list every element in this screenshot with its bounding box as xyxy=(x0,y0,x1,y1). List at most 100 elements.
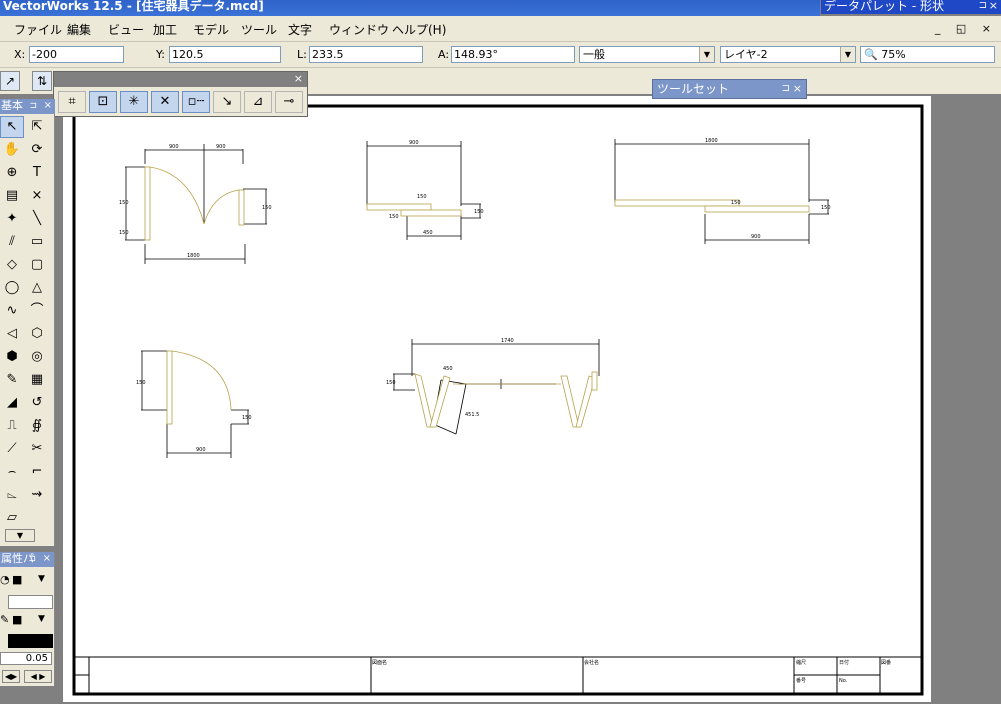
polygon-icon[interactable]: ◁ xyxy=(0,323,24,345)
layer-dropdown[interactable]: レイヤ-2 ▼ xyxy=(720,46,856,63)
a-field[interactable]: 148.93° xyxy=(451,46,575,63)
zoom-field[interactable]: 🔍 75% xyxy=(860,46,995,63)
rotate-icon[interactable]: ↺ xyxy=(25,392,49,414)
constraint-palette-title-bar[interactable]: × xyxy=(54,72,307,87)
menu-model[interactable]: モデル xyxy=(193,21,229,38)
eraser-icon[interactable]: ▱ xyxy=(0,507,24,529)
polyline-icon[interactable]: ⌒ xyxy=(25,300,49,322)
pan-icon[interactable]: ✋ xyxy=(0,139,24,161)
fill-row[interactable]: ◔ ■ ▼ xyxy=(0,572,55,590)
rounded-rectangle-icon[interactable]: ▢ xyxy=(25,254,49,276)
tool-palette-close-icon[interactable]: × xyxy=(44,99,52,113)
dimension-label: 150 xyxy=(119,200,129,206)
chamfer-icon[interactable]: ⟋ xyxy=(0,438,24,460)
rotated-rectangle-icon[interactable]: ◇ xyxy=(0,254,24,276)
mdi-window-controls[interactable]: _ ◱ × xyxy=(935,22,997,35)
snap-smart-icon[interactable]: ⊸ xyxy=(275,91,303,113)
3d-locus-icon[interactable]: ✦ xyxy=(0,208,24,230)
l-label: L: xyxy=(297,48,307,61)
eyedropper-icon[interactable]: ✎ xyxy=(0,369,24,391)
attributes-pin-icon[interactable]: ⊐ xyxy=(28,552,36,566)
data-palette-pin-icon[interactable]: ⊐ xyxy=(979,0,987,12)
fillet-icon[interactable]: ◢ xyxy=(0,392,24,414)
offset-icon[interactable]: ∯ xyxy=(25,415,49,437)
dimension-label: 150 xyxy=(474,209,484,215)
attributes-palette-title-bar[interactable]: 属性パ ⊐ × xyxy=(0,552,54,567)
data-palette-title-bar[interactable]: データパレット - 形状 ⊐ × xyxy=(821,0,1001,14)
toolset-close-icon[interactable]: × xyxy=(793,80,802,98)
menu-help[interactable]: ヘルプ(H) xyxy=(392,21,446,38)
zoom-magnifier-icon: 🔍 xyxy=(864,48,878,61)
constraint-palette: × ⌗ ⊡ ✳ ✕ ▫┄ ↘ ⊿ ⊸ xyxy=(53,71,308,117)
pen-chevron-down-icon[interactable]: ▼ xyxy=(38,614,45,624)
toolset-palette[interactable]: ツールセット ⊐ × xyxy=(652,79,807,99)
snap-tangent-icon[interactable]: ↘ xyxy=(213,91,241,113)
arrow-mode-icon[interactable]: ↗ xyxy=(0,71,20,91)
tool-palette-pin-icon[interactable]: ⊐ xyxy=(29,99,37,113)
menu-text[interactable]: 文字 xyxy=(288,21,312,38)
tool-palette-more-chevron-down-icon[interactable]: ▼ xyxy=(5,529,35,542)
trim-icon[interactable]: ✂ xyxy=(25,438,49,460)
snap-edge-icon[interactable]: ⊿ xyxy=(244,91,272,113)
dimension-label: 150 xyxy=(119,230,129,236)
line-weight-field[interactable]: 0.05 xyxy=(0,652,52,665)
menu-view[interactable]: ビュー xyxy=(108,21,144,38)
rectangle-icon[interactable]: ▭ xyxy=(25,231,49,253)
title-block-cell: 番号 xyxy=(796,677,806,684)
arrowhead-next-icon[interactable]: ◀ ▶ xyxy=(24,670,52,683)
regular-polygon-icon[interactable]: ⬢ xyxy=(0,346,24,368)
callout-icon[interactable]: ▤ xyxy=(0,185,24,207)
reshape-icon[interactable]: ⇱ xyxy=(25,116,49,138)
snap-toggle-icon[interactable]: ⇅ xyxy=(32,71,52,91)
fill-swatch[interactable] xyxy=(8,595,53,609)
constraint-palette-close-icon[interactable]: × xyxy=(294,72,303,86)
attribute-mapping-icon[interactable]: ▦ xyxy=(25,369,49,391)
tool-palette-title-bar[interactable]: 基本 ⊐ × xyxy=(0,99,55,114)
connect-icon[interactable]: ⌳ xyxy=(0,484,24,506)
snap-grid-icon[interactable]: ⌗ xyxy=(58,91,86,113)
locus-icon[interactable]: × xyxy=(25,185,49,207)
layer-dropdown-chevron-down-icon[interactable]: ▼ xyxy=(840,47,855,62)
mirror-icon[interactable]: ⎍ xyxy=(0,415,24,437)
menu-tool[interactable]: ツール xyxy=(241,21,277,38)
arc-icon[interactable]: ⌢ xyxy=(0,461,24,483)
oval-icon[interactable]: ◯ xyxy=(0,277,24,299)
triangle-icon[interactable]: △ xyxy=(25,277,49,299)
x-field[interactable]: -200 xyxy=(29,46,124,63)
y-field[interactable]: 120.5 xyxy=(169,46,281,63)
double-line-icon[interactable]: ⫽ xyxy=(0,231,24,253)
text-icon[interactable]: T xyxy=(25,162,49,184)
spiral-icon[interactable]: ◎ xyxy=(25,346,49,368)
menu-modify[interactable]: 加工 xyxy=(153,21,177,38)
snap-angle-icon[interactable]: ✳ xyxy=(120,91,148,113)
line-icon[interactable]: ╲ xyxy=(25,208,49,230)
pen-row[interactable]: ✎ ■ ▼ xyxy=(0,612,55,630)
class-dropdown-chevron-down-icon[interactable]: ▼ xyxy=(699,47,714,62)
snap-object-icon[interactable]: ⊡ xyxy=(89,91,117,113)
menu-edit[interactable]: 編集 xyxy=(67,21,91,38)
double-line-polygon-icon[interactable]: ⬡ xyxy=(25,323,49,345)
attributes-palette: 属性パ ⊐ × ◔ ■ ▼ ✎ ■ ▼ 0.05 ◀▶ ◀ ▶ xyxy=(0,552,55,686)
snap-intersection-icon[interactable]: ✕ xyxy=(151,91,179,113)
attributes-close-icon[interactable]: × xyxy=(43,552,51,566)
dimension-label: 150 xyxy=(262,205,272,211)
class-dropdown-value: 一般 xyxy=(583,48,605,61)
flyover-icon[interactable]: ⟳ xyxy=(25,139,49,161)
toolset-pin-icon[interactable]: ⊐ xyxy=(782,80,790,98)
freehand-icon[interactable]: ∿ xyxy=(0,300,24,322)
split-icon[interactable]: ⇝ xyxy=(25,484,49,506)
snap-distance-icon[interactable]: ▫┄ xyxy=(182,91,210,113)
class-dropdown[interactable]: 一般 ▼ xyxy=(579,46,715,63)
menu-file[interactable]: ファイル xyxy=(14,21,62,38)
menu-window[interactable]: ウィンドウ xyxy=(329,21,389,38)
drawing-canvas[interactable]: 図面名 会社名 縮尺 日付 図番 番号 No. 900 900 1800 150… xyxy=(61,94,1001,704)
zoom-icon[interactable]: ⊕ xyxy=(0,162,24,184)
title-block-cell: 縮尺 xyxy=(796,659,806,666)
fill-chevron-down-icon[interactable]: ▼ xyxy=(38,574,45,584)
l-field[interactable]: 233.5 xyxy=(309,46,423,63)
arrowhead-prev-icon[interactable]: ◀▶ xyxy=(2,670,20,683)
pen-swatch[interactable] xyxy=(8,634,53,648)
selection-icon[interactable]: ↖ xyxy=(0,116,24,138)
corner-icon[interactable]: ⌐ xyxy=(25,461,49,483)
data-palette-close-icon[interactable]: × xyxy=(989,0,998,12)
